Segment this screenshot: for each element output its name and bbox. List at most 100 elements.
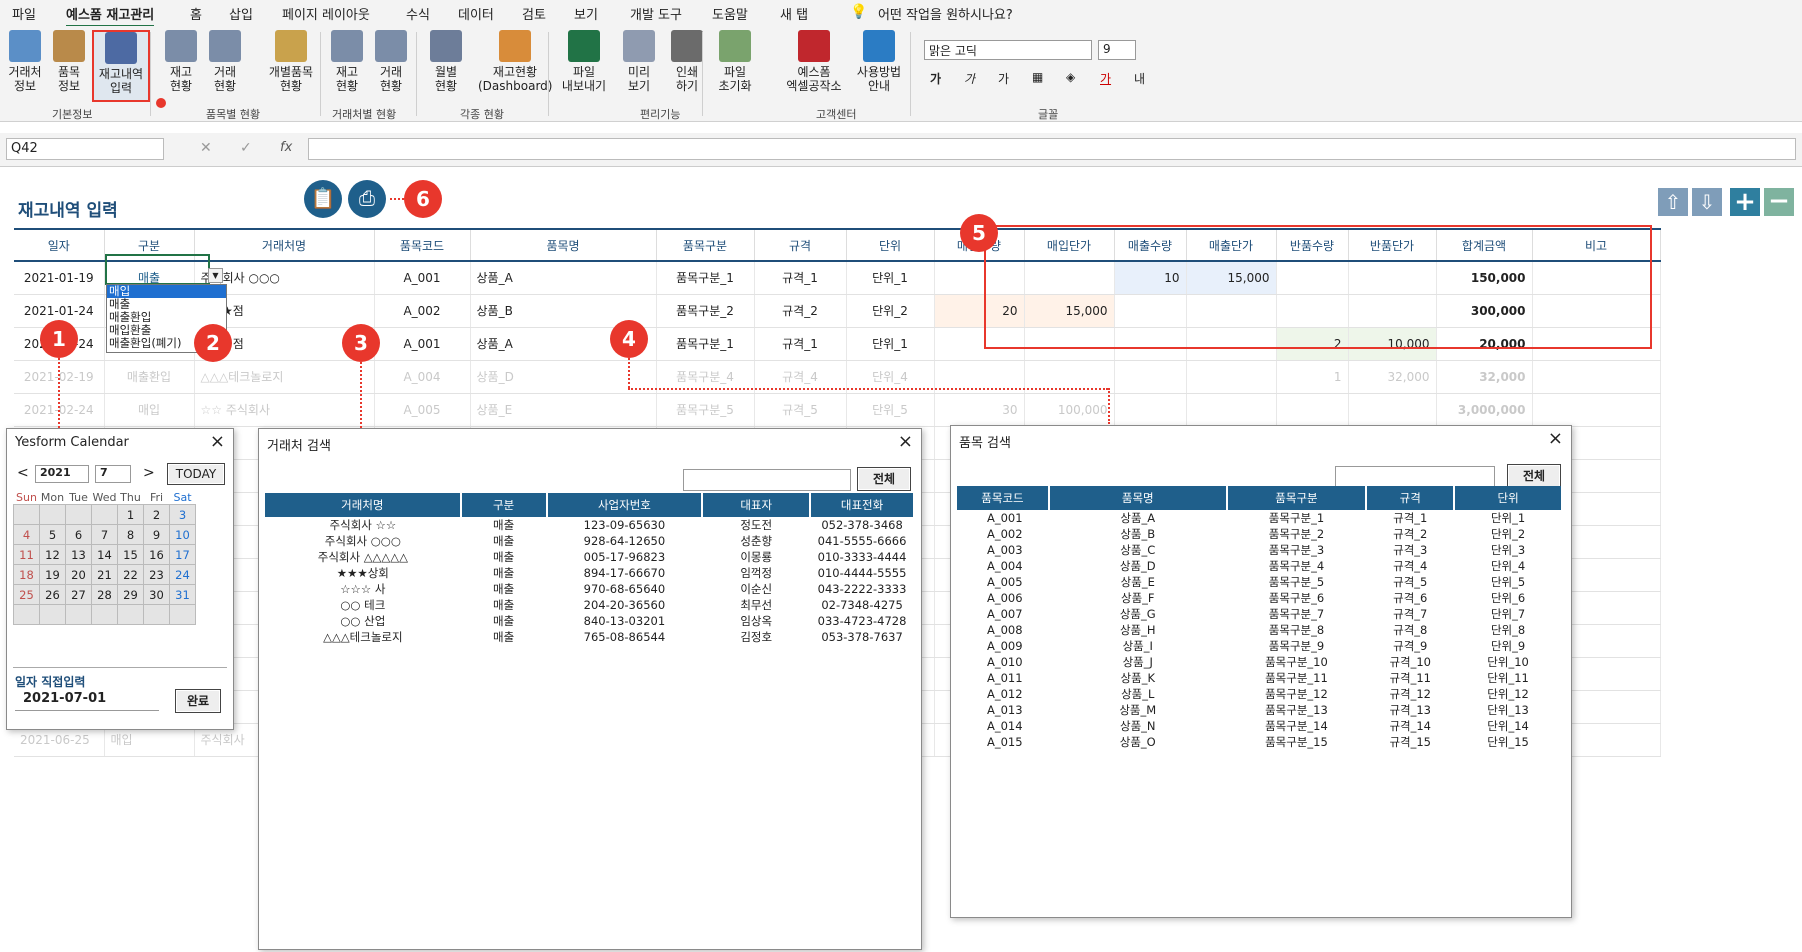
result-row[interactable]: A_014 상품_N 품목구분_14 규격_14 단위_14 <box>957 718 1562 734</box>
result-row[interactable]: ★★★상회 매출 894-17-66670 임꺽정 010-4444-5555 <box>265 565 914 581</box>
search-input[interactable] <box>1335 466 1495 488</box>
cell-품목구분[interactable]: 품목구분_1 <box>656 261 755 295</box>
ribbon-button-7[interactable]: 거래 현황 <box>370 30 412 102</box>
result-row[interactable]: 주식회사 ○○○ 매출 928-64-12650 성춘향 041-5555-6666 <box>265 533 914 549</box>
year-select[interactable]: 2021 <box>35 465 89 483</box>
day-cell[interactable]: 28 <box>91 584 118 605</box>
cell-품목코드[interactable]: A_005 <box>374 393 471 427</box>
result-row[interactable]: A_015 상품_O 품목구분_15 규격_15 단위_15 <box>957 734 1562 750</box>
cell-구분[interactable]: 매출환입 <box>104 360 195 394</box>
name-box[interactable]: Q42 <box>6 138 164 160</box>
tab-1[interactable]: 예스폼 재고관리 <box>66 4 155 28</box>
font-name-select[interactable]: 맑은 고딕 <box>924 40 1092 60</box>
cell-반품단가[interactable] <box>1348 393 1437 427</box>
day-cell[interactable]: 25 <box>13 584 40 605</box>
ribbon-button-14[interactable]: 예스폼 엑셀공작소 <box>780 30 848 102</box>
cell-규격[interactable]: 규격_2 <box>754 294 847 328</box>
cell-품목구분[interactable]: 품목구분_5 <box>656 393 755 427</box>
column-header[interactable]: 품목명 <box>470 228 657 262</box>
day-cell[interactable] <box>39 604 66 625</box>
ribbon-button-4[interactable]: 거래 현황 <box>204 30 246 102</box>
cell-품목구분[interactable]: 품목구분_2 <box>656 294 755 328</box>
cell-단위[interactable]: 단위_5 <box>846 393 935 427</box>
ribbon-button-10[interactable]: 파일 내보내기 <box>552 30 616 102</box>
result-row[interactable]: A_006 상품_F 품목구분_6 규격_6 단위_6 <box>957 590 1562 606</box>
font-color-icon[interactable]: 가 <box>1100 70 1111 87</box>
month-select[interactable]: 7 <box>95 465 131 483</box>
column-header[interactable]: 규격 <box>754 228 847 262</box>
day-cell[interactable]: 15 <box>117 544 144 565</box>
day-cell[interactable]: 24 <box>169 564 196 585</box>
ribbon-button-8[interactable]: 월별 현황 <box>422 30 470 102</box>
cell-매출수량[interactable] <box>1114 360 1187 394</box>
day-cell[interactable]: 16 <box>143 544 170 565</box>
day-cell[interactable]: 21 <box>91 564 118 585</box>
result-row[interactable]: A_009 상품_I 품목구분_9 규격_9 단위_9 <box>957 638 1562 654</box>
day-cell[interactable]: 26 <box>39 584 66 605</box>
cell-합계금액[interactable]: 3,000,000 <box>1436 393 1533 427</box>
tab-11[interactable]: 새 탭 <box>780 4 808 23</box>
cell-품목코드[interactable]: A_002 <box>374 294 471 328</box>
search-input[interactable] <box>683 469 851 491</box>
cell-품목구분[interactable]: 품목구분_1 <box>656 327 755 361</box>
day-cell[interactable]: 10 <box>169 524 196 545</box>
result-row[interactable]: A_001 상품_A 품목구분_1 규격_1 단위_1 <box>957 510 1562 526</box>
day-cell[interactable]: 29 <box>117 584 144 605</box>
day-cell[interactable]: 31 <box>169 584 196 605</box>
result-row[interactable]: A_013 상품_M 품목구분_13 규격_13 단위_13 <box>957 702 1562 718</box>
result-row[interactable]: A_005 상품_E 품목구분_5 규격_5 단위_5 <box>957 574 1562 590</box>
result-row[interactable]: A_003 상품_C 품목구분_3 규격_3 단위_3 <box>957 542 1562 558</box>
day-cell[interactable]: 9 <box>143 524 170 545</box>
tab-7[interactable]: 검토 <box>522 4 546 23</box>
ribbon-button-5[interactable]: 개별품목 현황 <box>258 30 324 102</box>
day-cell[interactable]: 23 <box>143 564 170 585</box>
show-all-button[interactable]: 전체 <box>1507 464 1561 488</box>
cell-구분[interactable]: 매입 <box>104 393 195 427</box>
cell-비고[interactable] <box>1532 393 1661 427</box>
cell-반품단가[interactable]: 32,000 <box>1348 360 1437 394</box>
day-cell[interactable]: 18 <box>13 564 40 585</box>
tab-9[interactable]: 개발 도구 <box>630 4 682 23</box>
delete-row-icon[interactable]: − <box>1764 188 1794 216</box>
cell-매입수량[interactable]: 30 <box>934 393 1025 427</box>
phonetic-icon[interactable]: 내 <box>1134 70 1145 87</box>
result-row[interactable]: A_012 상품_L 품목구분_12 규격_12 단위_12 <box>957 686 1562 702</box>
tab-6[interactable]: 데이터 <box>458 4 494 23</box>
cell-규격[interactable]: 규격_1 <box>754 327 847 361</box>
result-row[interactable]: A_004 상품_D 품목구분_4 규격_4 단위_4 <box>957 558 1562 574</box>
prev-month-icon[interactable]: < <box>17 465 29 481</box>
cell-품목코드[interactable]: A_001 <box>374 327 471 361</box>
day-cell[interactable] <box>65 504 92 525</box>
function-icon[interactable]: fx <box>280 140 292 155</box>
cancel-icon[interactable]: ✕ <box>200 140 212 156</box>
border-icon[interactable]: ▦ <box>1032 70 1043 84</box>
result-row[interactable]: A_010 상품_J 품목구분_10 규격_10 단위_10 <box>957 654 1562 670</box>
tab-2[interactable]: 홈 <box>190 4 202 23</box>
day-cell[interactable] <box>91 504 118 525</box>
day-cell[interactable]: 19 <box>39 564 66 585</box>
column-header[interactable]: 단위 <box>846 228 935 262</box>
cell-단위[interactable]: 단위_2 <box>846 294 935 328</box>
move-up-icon[interactable]: ⇧ <box>1658 188 1688 216</box>
cell-매출단가[interactable] <box>1186 393 1277 427</box>
tab-0[interactable]: 파일 <box>12 4 36 23</box>
ribbon-button-15[interactable]: 사용방법 안내 <box>850 30 908 102</box>
day-cell[interactable]: 27 <box>65 584 92 605</box>
tab-4[interactable]: 페이지 레이아웃 <box>282 4 370 23</box>
italic-icon[interactable]: 가 <box>964 70 975 87</box>
add-row-icon[interactable]: + <box>1730 188 1760 216</box>
day-cell[interactable]: 4 <box>13 524 40 545</box>
cell-품목명[interactable]: 상품_A <box>470 261 657 295</box>
day-cell[interactable]: 17 <box>169 544 196 565</box>
move-down-icon[interactable]: ⇩ <box>1692 188 1722 216</box>
day-cell[interactable] <box>13 504 40 525</box>
cell-반품수량[interactable] <box>1276 393 1349 427</box>
day-cell[interactable] <box>65 604 92 625</box>
day-cell[interactable]: 14 <box>91 544 118 565</box>
close-icon[interactable]: × <box>898 431 913 452</box>
cell-일자[interactable]: 2021-01-19 <box>14 261 105 295</box>
day-cell[interactable]: 22 <box>117 564 144 585</box>
day-cell[interactable]: 3 <box>169 504 196 525</box>
print-icon[interactable]: ⎙ <box>348 180 386 218</box>
cell-단위[interactable]: 단위_1 <box>846 261 935 295</box>
